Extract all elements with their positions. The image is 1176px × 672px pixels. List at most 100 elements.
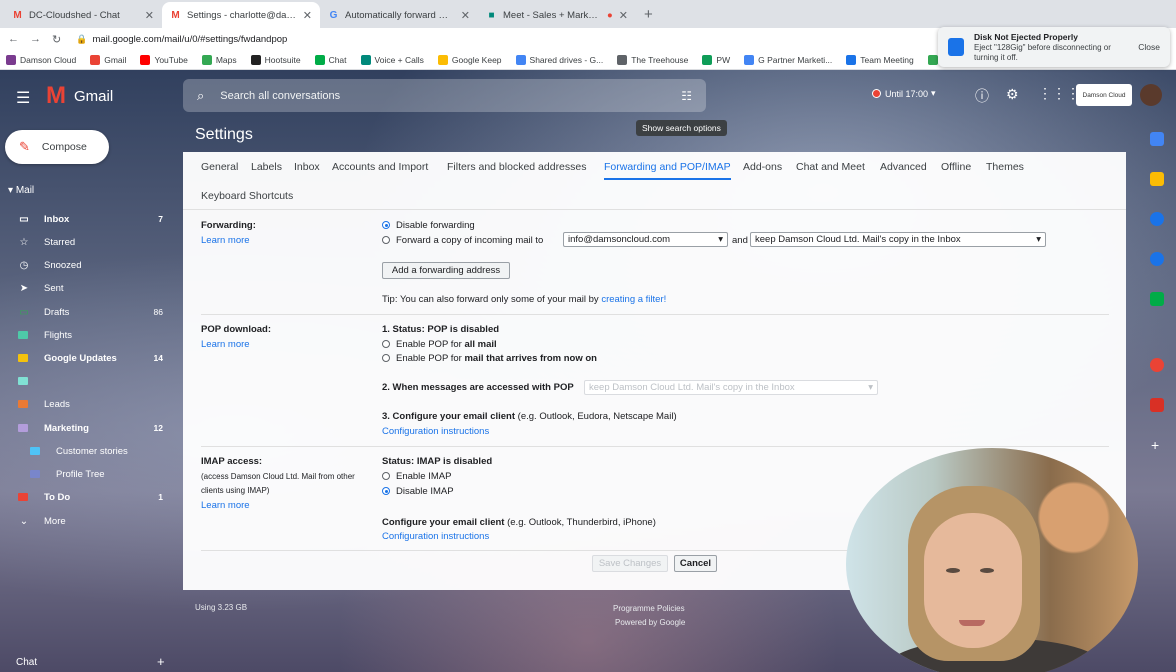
nav-item[interactable] [0,371,175,391]
pop-enable-all-radio[interactable] [382,340,390,348]
bookmark-item[interactable]: Damson Cloud [6,54,76,65]
tab-addons[interactable]: Add-ons [743,161,782,173]
close-icon[interactable]: ✕ [461,9,470,22]
pop-when-accessed-select[interactable]: keep Damson Cloud Ltd. Mail's copy in th… [584,380,878,395]
tasks-icon[interactable] [1150,212,1164,226]
pop-enable-now-option[interactable]: Enable POP for mail that arrives from no… [382,353,597,364]
close-icon[interactable]: ✕ [619,9,628,22]
keep-icon[interactable] [1150,172,1164,186]
save-changes-button[interactable]: Save Changes [592,555,668,572]
imap-config-instructions-link[interactable]: Configuration instructions [382,531,489,542]
disable-forwarding-option[interactable]: Disable forwarding [382,220,475,231]
imap-disable-option[interactable]: Disable IMAP [382,486,454,497]
nav-item[interactable]: ▭ Inbox 7 [0,209,175,229]
tab-inbox[interactable]: Inbox [294,161,320,173]
apps-grid-icon[interactable]: ⋮⋮⋮ [1038,85,1080,102]
tab-filters[interactable]: Filters and blocked addresses [447,161,587,173]
tab-general[interactable]: General [201,161,238,173]
create-filter-link[interactable]: creating a filter! [601,294,666,305]
get-addons-icon[interactable]: + [1151,437,1159,453]
close-icon[interactable]: ✕ [303,9,312,22]
tab-themes[interactable]: Themes [986,161,1024,173]
imap-disable-radio[interactable] [382,487,390,495]
tab-keyboard-shortcuts[interactable]: Keyboard Shortcuts [201,190,293,202]
nav-item[interactable]: ▭ Drafts 86 [0,302,175,322]
nav-item[interactable]: Leads [0,394,175,414]
back-icon[interactable]: ← [8,33,19,45]
addon-icon[interactable] [1150,358,1164,372]
forwarding-learn-more-link[interactable]: Learn more [201,235,250,246]
bookmark-item[interactable]: PW [702,54,730,65]
browser-tab-help[interactable]: GAutomatically forward Gmail m✕ [320,2,478,28]
gmail-logo[interactable]: M Gmail [46,84,113,108]
browser-tab-settings[interactable]: MSettings - charlotte@damsoncl✕ [162,2,320,28]
nav-item[interactable]: To Do 1 [0,487,175,507]
nav-item[interactable]: ☆ Starred [0,232,175,252]
bookmark-item[interactable]: The Treehouse [617,54,688,65]
voice-icon[interactable] [1150,292,1164,306]
forward-keep-select[interactable]: keep Damson Cloud Ltd. Mail's copy in th… [750,232,1046,247]
bookmark-item[interactable]: Shared drives - G... [515,54,603,65]
cancel-button[interactable]: Cancel [674,555,717,572]
account-logo[interactable]: Damson Cloud [1076,84,1132,106]
bookmark-item[interactable]: G Partner Marketi... [744,54,832,65]
pop-enable-all-option[interactable]: Enable POP for all mail [382,339,497,350]
pop-enable-now-radio[interactable] [382,354,390,362]
nav-item[interactable]: Customer stories [0,441,175,461]
pop-learn-more-link[interactable]: Learn more [201,339,250,350]
search-bar[interactable]: ⌕ Search all conversations ☷ [183,79,706,112]
forward-copy-option[interactable]: Forward a copy of incoming mail to [382,235,543,246]
nav-item[interactable]: ◷ Snoozed [0,255,175,275]
browser-tab-meet[interactable]: ■ Meet - Sales + Marketing ● ✕ [478,2,636,28]
url-field[interactable]: mail.google.com/mail/u/0/#settings/fwdan… [92,34,287,45]
bookmark-item[interactable]: YouTube [140,54,188,65]
add-chat-icon[interactable]: + [157,654,165,669]
status-indicator[interactable]: Until 17:00 ▾ [872,88,936,99]
bookmark-item[interactable]: Team Meeting [846,54,914,65]
close-icon[interactable]: ✕ [145,9,154,22]
contacts-icon[interactable] [1150,252,1164,266]
pop-config-instructions-link[interactable]: Configuration instructions [382,426,489,437]
addon-icon[interactable] [1150,398,1164,412]
tab-offline[interactable]: Offline [941,161,971,173]
nav-item[interactable]: ➤ Sent [0,278,175,298]
bookmark-item[interactable]: Hootsuite [250,54,301,65]
mail-section-label[interactable]: ▾ Mail [8,185,34,196]
tab-chat-meet[interactable]: Chat and Meet [796,161,865,173]
bookmark-item[interactable]: Google Keep [437,54,502,65]
search-icon[interactable]: ⌕ [197,88,204,104]
bookmark-item[interactable]: Chat [314,54,347,65]
notification-close-button[interactable]: Close [1128,42,1160,52]
tab-labels[interactable]: Labels [251,161,282,173]
imap-enable-radio[interactable] [382,472,390,480]
calendar-icon[interactable] [1150,132,1164,146]
forward-icon[interactable]: → [30,33,41,45]
new-tab-icon[interactable]: + [644,6,653,23]
add-forwarding-address-button[interactable]: Add a forwarding address [382,262,510,279]
nav-item[interactable]: Marketing 12 [0,418,175,438]
search-input[interactable]: Search all conversations [220,90,681,102]
nav-item[interactable]: Google Updates 14 [0,348,175,368]
compose-button[interactable]: ✎ Compose [5,130,109,164]
forward-address-select[interactable]: info@damsoncloud.com ▾ [563,232,728,247]
tab-forwarding[interactable]: Forwarding and POP/IMAP [604,161,731,180]
forward-copy-radio[interactable] [382,236,390,244]
imap-enable-option[interactable]: Enable IMAP [382,471,451,482]
tab-advanced[interactable]: Advanced [880,161,927,173]
bookmark-item[interactable]: Maps [201,54,237,65]
reload-icon[interactable]: ↻ [52,33,61,46]
avatar[interactable] [1140,84,1162,106]
chat-section-label[interactable]: Chat [16,657,37,668]
browser-tab-chat[interactable]: M DC-Cloudshed - Chat ✕ [4,2,162,28]
disable-forwarding-radio[interactable] [382,221,390,229]
programme-policies-link[interactable]: Programme Policies [613,604,685,613]
main-menu-icon[interactable]: ☰ [16,88,30,108]
lock-icon[interactable]: 🔒 [76,34,87,45]
nav-item[interactable]: Flights [0,325,175,345]
search-options-icon[interactable]: ☷ [681,89,692,103]
nav-item[interactable]: ⌄ More [0,511,175,531]
nav-item[interactable]: Profile Tree [0,464,175,484]
bookmark-item[interactable]: Gmail [90,54,126,65]
tab-accounts[interactable]: Accounts and Import [332,161,428,173]
imap-learn-more-link[interactable]: Learn more [201,500,250,511]
